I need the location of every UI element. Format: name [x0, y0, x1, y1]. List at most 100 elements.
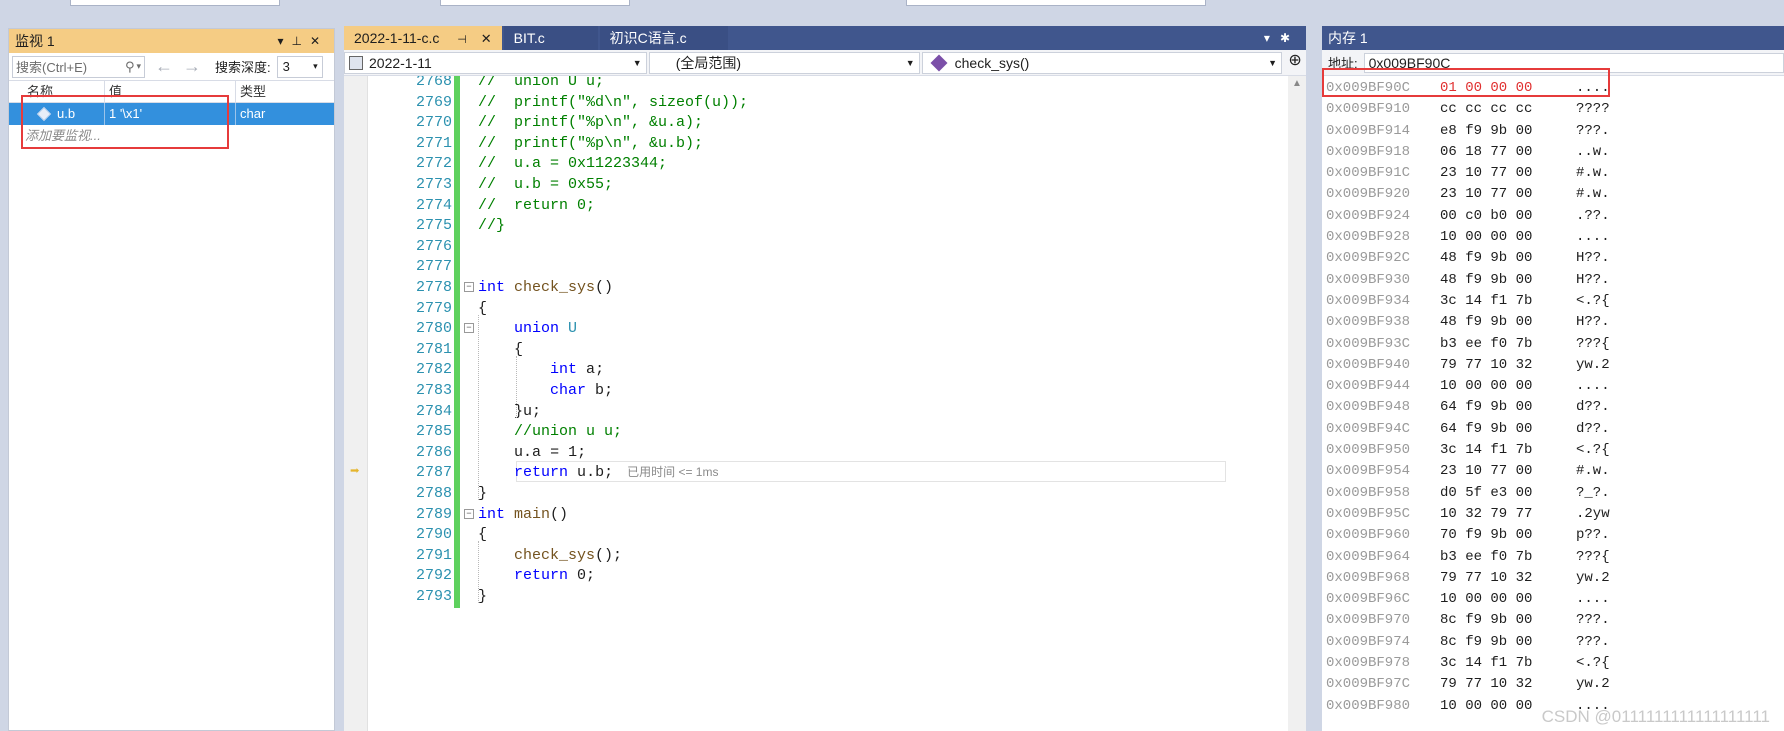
memory-bytes[interactable]: 00 c0 b0 00 [1440, 206, 1532, 227]
memory-row[interactable]: 0x009BF93C b3 ee f0 7b ???{ [1322, 334, 1784, 355]
memory-row[interactable]: 0x009BF930 48 f9 9b 00 H??. [1322, 270, 1784, 291]
splitter-left[interactable] [336, 28, 344, 731]
thread-combo[interactable] [440, 0, 630, 6]
memory-bytes[interactable]: 79 77 10 32 [1440, 568, 1532, 589]
memory-bytes[interactable]: b3 ee f0 7b [1440, 334, 1532, 355]
memory-bytes[interactable]: 10 00 00 00 [1440, 696, 1532, 717]
memory-bytes[interactable]: 79 77 10 32 [1440, 355, 1532, 376]
memory-row[interactable]: 0x009BF94C 64 f9 9b 00 d??. [1322, 419, 1784, 440]
memory-bytes[interactable]: 48 f9 9b 00 [1440, 312, 1532, 333]
function-combo[interactable]: check_sys() ▼ [921, 52, 1283, 74]
memory-row[interactable]: 0x009BF914 e8 f9 9b 00???. [1322, 121, 1784, 142]
memory-row[interactable]: 0x009BF978 3c 14 f1 7b <.?{ [1322, 653, 1784, 674]
memory-bytes[interactable]: 10 00 00 00 [1440, 376, 1532, 397]
memory-row[interactable]: 0x009BF92C 48 f9 9b 00 H??. [1322, 248, 1784, 269]
memory-row[interactable]: 0x009BF958 d0 5f e3 00 ?_?. [1322, 483, 1784, 504]
memory-bytes[interactable]: 70 f9 9b 00 [1440, 525, 1532, 546]
stack-frame-combo[interactable] [906, 0, 1206, 6]
memory-bytes[interactable]: 8c f9 9b 00 [1440, 610, 1532, 631]
close-icon[interactable]: ✕ [310, 34, 328, 48]
tab-intro-c[interactable]: 初识C语言.c [599, 26, 728, 50]
memory-row[interactable]: 0x009BF950 3c 14 f1 7b <.?{ [1322, 440, 1784, 461]
memory-row[interactable]: 0x009BF920 23 10 77 00 #.w. [1322, 184, 1784, 205]
memory-row[interactable]: 0x009BF910 cc cc cc cc???? [1322, 99, 1784, 120]
memory-bytes[interactable]: 23 10 77 00 [1440, 184, 1532, 205]
search-back-icon[interactable]: ← [155, 56, 173, 77]
memory-bytes[interactable]: 64 f9 9b 00 [1440, 397, 1532, 418]
watch-search-input[interactable]: 搜索(Ctrl+E) ⚲ ▾ [12, 55, 145, 78]
memory-row[interactable]: 0x009BF928 10 00 00 00.... [1322, 227, 1784, 248]
memory-bytes[interactable]: 3c 14 f1 7b [1440, 291, 1532, 312]
process-combo[interactable] [70, 0, 280, 6]
memory-row[interactable]: 0x009BF918 06 18 77 00 ..w. [1322, 142, 1784, 163]
dropdown-icon[interactable]: ▾ [277, 34, 291, 48]
line-number: 2772 [415, 155, 452, 173]
scroll-up-icon[interactable]: ▲ [1288, 76, 1306, 92]
scope-combo[interactable]: (全局范围) ▼ [648, 52, 920, 74]
column-header-type[interactable]: 类型 [236, 81, 280, 102]
memory-bytes[interactable]: 23 10 77 00 [1440, 461, 1532, 482]
pin-icon[interactable]: ⊣ [457, 34, 467, 46]
collapse-icon[interactable]: − [464, 508, 474, 519]
tab-bit-c[interactable]: BIT.c [503, 26, 598, 50]
memory-title-bar[interactable]: 内存 1 [1322, 26, 1784, 50]
watch-title-bar[interactable]: 监视 1 ▾⊥✕ [9, 29, 334, 53]
memory-row[interactable]: 0x009BF954 23 10 77 00 #.w. [1322, 461, 1784, 482]
close-icon[interactable]: ✕ [481, 31, 492, 46]
code-line: 2787 ➡ return u.b; 已用时间 <= 1ms [344, 461, 1288, 485]
settings-gear-icon[interactable]: ✱ [1280, 31, 1300, 45]
memory-bytes[interactable]: 64 f9 9b 00 [1440, 419, 1532, 440]
memory-bytes[interactable]: e8 f9 9b 00 [1440, 121, 1532, 142]
collapse-icon[interactable]: − [464, 323, 474, 334]
memory-row[interactable]: 0x009BF95C 10 32 79 77 .2yw [1322, 504, 1784, 525]
memory-bytes[interactable]: b3 ee f0 7b [1440, 547, 1532, 568]
memory-row[interactable]: 0x009BF970 8c f9 9b 00???. [1322, 610, 1784, 631]
search-forward-icon[interactable]: → [183, 56, 201, 77]
memory-bytes[interactable]: 3c 14 f1 7b [1440, 653, 1532, 674]
memory-row[interactable]: 0x009BF96C 10 00 00 00.... [1322, 589, 1784, 610]
code-area[interactable]: 2768// union U u; 2769// printf("%d\n", s… [344, 76, 1306, 731]
collapse-icon[interactable]: − [464, 282, 474, 292]
change-marker [454, 173, 460, 196]
line-number: 2773 [415, 176, 452, 193]
memory-bytes[interactable]: 10 00 00 00 [1440, 589, 1532, 610]
search-depth-combo[interactable]: 3 ▾ [276, 55, 323, 78]
memory-bytes[interactable]: 23 10 77 00 [1440, 163, 1532, 184]
memory-ascii: #.w. [1576, 165, 1610, 182]
memory-row[interactable]: 0x009BF944 10 00 00 00.... [1322, 376, 1784, 397]
splitter-right[interactable] [1306, 26, 1322, 731]
code-line: 2773 // u.b = 0x55; [344, 173, 1288, 196]
code-text: { [478, 299, 488, 317]
memory-row[interactable]: 0x009BF91C 23 10 77 00 #.w. [1322, 163, 1784, 184]
memory-bytes[interactable]: 48 f9 9b 00 [1440, 248, 1532, 269]
memory-bytes[interactable]: 8c f9 9b 00 [1440, 632, 1532, 653]
memory-row[interactable]: 0x009BF940 79 77 10 32 yw.2 [1322, 355, 1784, 376]
memory-bytes[interactable]: 48 f9 9b 00 [1440, 270, 1532, 291]
memory-bytes[interactable]: cc cc cc cc [1440, 99, 1532, 120]
memory-row[interactable]: 0x009BF97C 79 77 10 32 yw.2 [1322, 674, 1784, 695]
memory-bytes[interactable]: d0 5f e3 00 [1440, 483, 1532, 504]
memory-row[interactable]: 0x009BF948 64 f9 9b 00 d??. [1322, 397, 1784, 418]
memory-bytes[interactable]: 3c 14 f1 7b [1440, 440, 1532, 461]
pin-icon[interactable]: ⊥ [291, 34, 309, 48]
memory-row[interactable]: 0x009BF934 3c 14 f1 7b <.?{ [1322, 291, 1784, 312]
memory-row[interactable]: 0x009BF968 79 77 10 32 yw.2 [1322, 568, 1784, 589]
memory-row[interactable]: 0x009BF924 00 c0 b0 00.??. [1322, 206, 1784, 227]
memory-row[interactable]: 0x009BF974 8c f9 9b 00???. [1322, 632, 1784, 653]
tab-list-dropdown-icon[interactable]: ▾ [1264, 31, 1280, 45]
memory-bytes[interactable]: 10 32 79 77 [1440, 504, 1532, 525]
search-dropdown-icon[interactable]: ▾ [136, 61, 141, 72]
tab-2022-1-11-c[interactable]: 2022-1-11-c.c ⊣ ✕ [344, 26, 502, 50]
split-view-icon[interactable]: ⊕ [1284, 50, 1306, 75]
memory-bytes[interactable]: 79 77 10 32 [1440, 674, 1532, 695]
memory-bytes[interactable]: 10 00 00 00 [1440, 227, 1532, 248]
memory-row[interactable]: 0x009BF960 70 f9 9b 00 p??. [1322, 525, 1784, 546]
vertical-scrollbar[interactable]: ▲ [1288, 76, 1306, 731]
memory-bytes[interactable]: 06 18 77 00 [1440, 142, 1532, 163]
memory-rows[interactable]: 0x009BF90C 01 00 00 00.... 0x009BF910 cc cc… [1322, 78, 1784, 717]
project-combo[interactable]: 2022-1-11 ▼ [344, 52, 647, 74]
code-function: check_sys [514, 279, 596, 296]
search-icon[interactable]: ⚲ [125, 59, 135, 75]
memory-row[interactable]: 0x009BF964 b3 ee f0 7b ???{ [1322, 547, 1784, 568]
memory-row[interactable]: 0x009BF938 48 f9 9b 00 H??. [1322, 312, 1784, 333]
